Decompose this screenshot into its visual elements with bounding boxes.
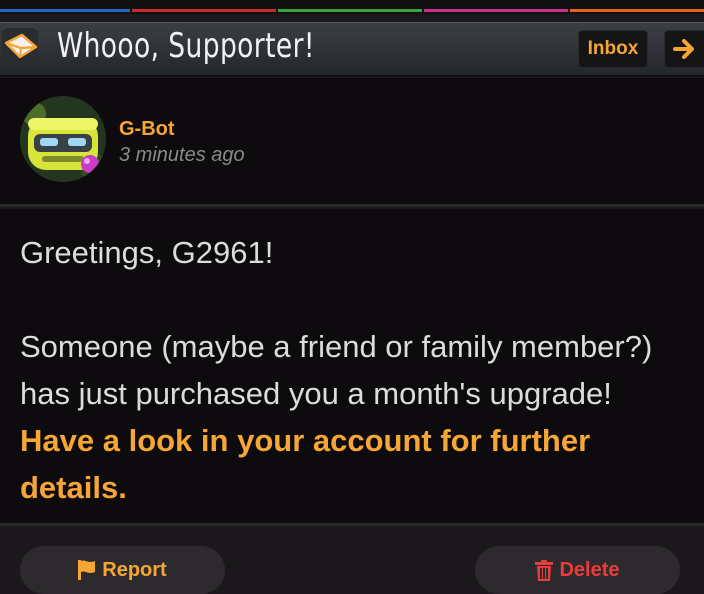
report-label: Report: [102, 558, 167, 581]
sender-panel: G-Bot 3 minutes ago: [0, 78, 704, 207]
arrow-right-icon: [673, 39, 694, 59]
trash-icon: [535, 559, 554, 581]
sender-name[interactable]: G-Bot: [119, 118, 175, 141]
strip-segment-red: [132, 9, 276, 12]
message-body: Greetings, G2961! Someone (maybe a frien…: [20, 229, 690, 511]
message-panel: Greetings, G2961! Someone (maybe a frien…: [0, 209, 704, 526]
message-highlight: Have a look in your account for further …: [20, 423, 591, 505]
page-title: Whooo, Supporter!: [57, 26, 315, 66]
envelope-icon: [4, 33, 38, 59]
strip-segment-orange: [570, 9, 704, 12]
next-button[interactable]: [664, 30, 704, 68]
color-strip: [0, 0, 704, 14]
message-greeting: Greetings, G2961!: [20, 235, 274, 270]
report-button[interactable]: Report: [20, 546, 225, 594]
header-bar: Whooo, Supporter! Inbox: [0, 22, 704, 76]
strip-segment-green: [278, 9, 422, 12]
message-paragraph: Someone (maybe a friend or family member…: [20, 323, 690, 511]
message-body-text: Someone (maybe a friend or family member…: [20, 329, 653, 411]
envelope-button[interactable]: [2, 28, 38, 68]
delete-button[interactable]: Delete: [475, 546, 680, 594]
strip-segment-blue: [0, 9, 130, 12]
delete-label: Delete: [559, 558, 620, 581]
robot-avatar[interactable]: [20, 96, 106, 182]
inbox-button[interactable]: Inbox: [578, 30, 648, 68]
strip-segment-magenta: [424, 9, 568, 12]
sender-timestamp: 3 minutes ago: [119, 144, 245, 166]
flag-icon: [78, 560, 96, 580]
